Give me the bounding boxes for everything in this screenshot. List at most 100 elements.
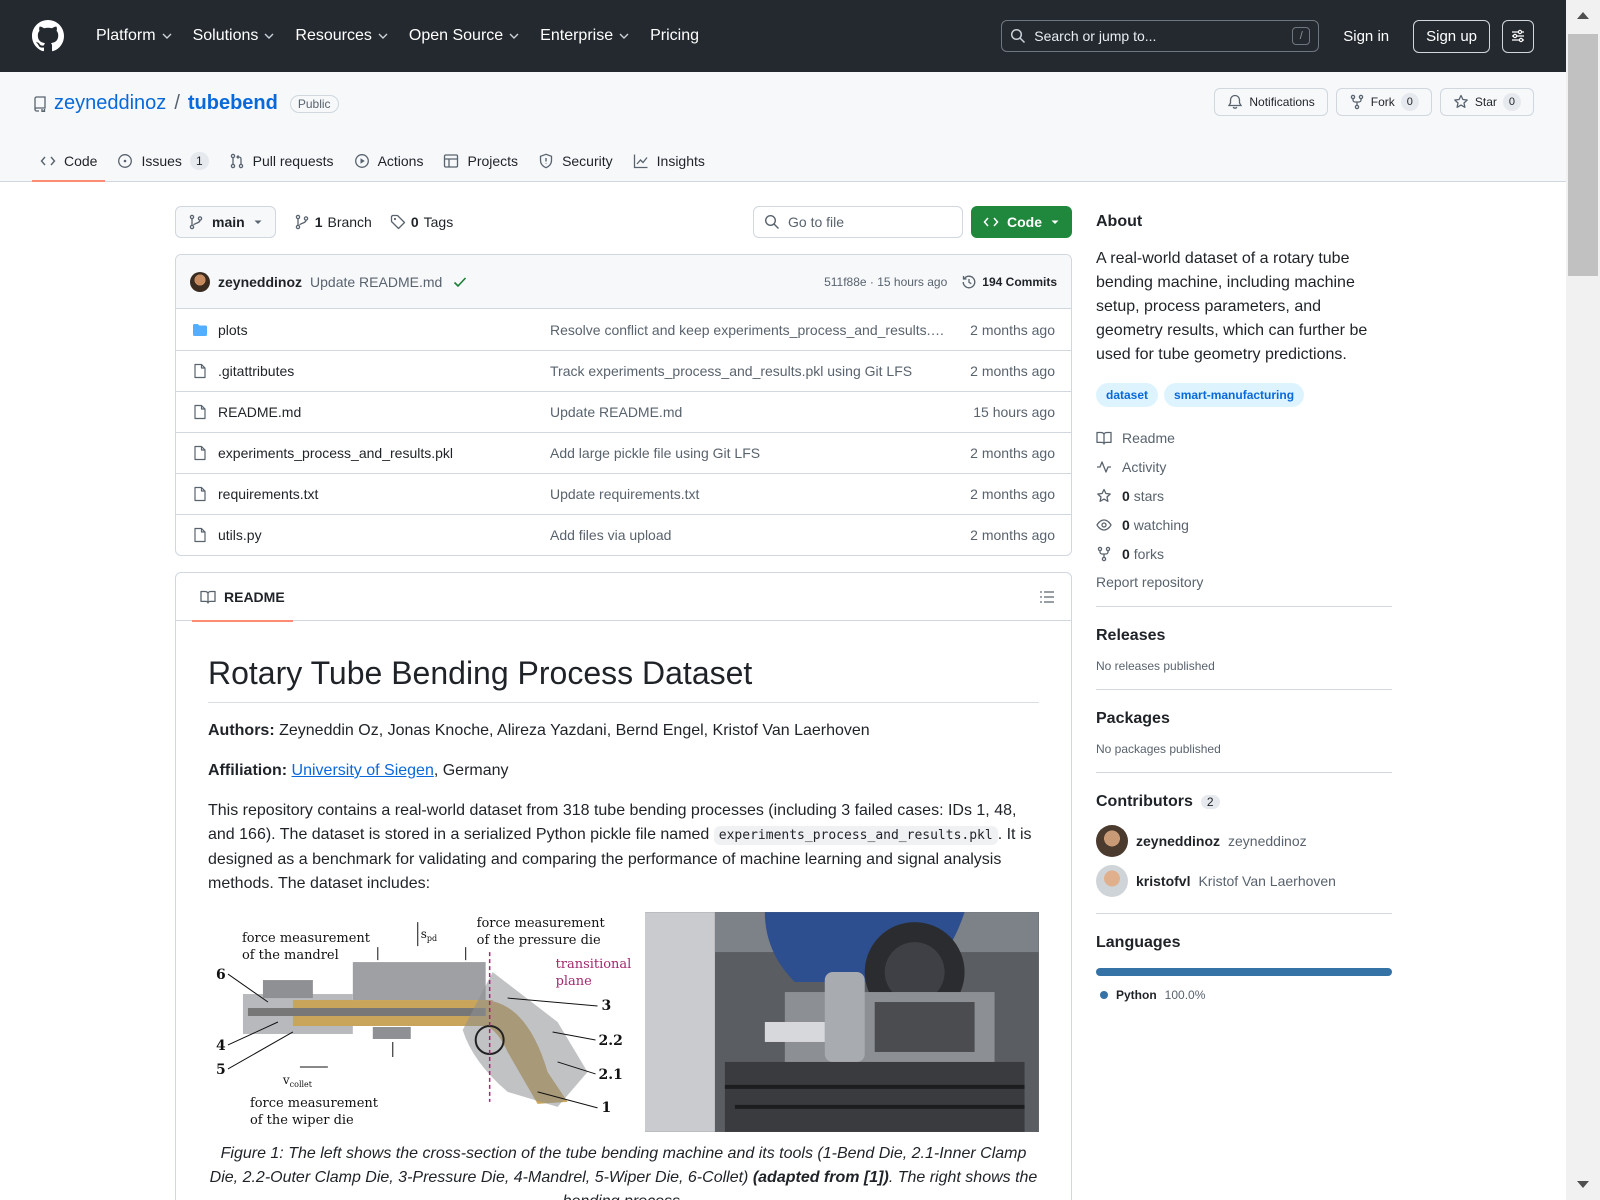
avatar[interactable] (1096, 865, 1128, 897)
star-button[interactable]: Star 0 (1439, 88, 1534, 116)
nav-platform[interactable]: Platform (88, 21, 181, 51)
file-commit-message[interactable]: Add large pickle file using Git LFS (550, 445, 970, 461)
nav-resources[interactable]: Resources (287, 21, 396, 51)
label-2-2: 2.2 (599, 1033, 623, 1049)
language-item[interactable]: Python 100.0% (1096, 988, 1392, 1002)
settings-menu-button[interactable] (1502, 19, 1534, 53)
commit-author-link[interactable]: zeyneddinoz (218, 274, 302, 290)
topics-list: dataset smart-manufacturing (1096, 383, 1392, 407)
commits-count: 194 Commits (982, 274, 1057, 289)
file-row[interactable]: README.md Update README.md 15 hours ago (176, 391, 1071, 432)
tab-security[interactable]: Security (530, 140, 621, 182)
notifications-button[interactable]: Notifications (1214, 88, 1328, 116)
label-pressure: force measurement (477, 916, 606, 931)
fork-icon (1350, 94, 1363, 110)
branch-icon (295, 214, 308, 230)
tags-link[interactable]: 0 Tags (390, 214, 453, 230)
commit-message-link[interactable]: Update README.md (310, 274, 442, 290)
file-commit-message[interactable]: Track experiments_process_and_results.pk… (550, 363, 970, 379)
fork-count: 0 (1400, 93, 1419, 111)
branches-link[interactable]: 1 Branch (294, 214, 372, 230)
scroll-down-arrow[interactable] (1577, 1181, 1589, 1188)
commits-history-link[interactable]: 194 Commits (961, 274, 1057, 290)
avatar[interactable] (190, 271, 210, 292)
affiliation-label: Affiliation: (208, 762, 288, 779)
contributor-item[interactable]: kristofvl Kristof Van Laerhoven (1096, 865, 1392, 897)
activity-link[interactable]: Activity (1096, 452, 1392, 481)
packages-heading[interactable]: Packages (1096, 710, 1392, 728)
code-button-label: Code (1007, 214, 1042, 230)
check-icon[interactable] (452, 274, 468, 290)
issues-count: 1 (189, 152, 209, 170)
global-header: Platform Solutions Resources Open Source… (0, 0, 1566, 72)
repo-separator: / (174, 92, 180, 114)
fork-button[interactable]: Fork 0 (1335, 88, 1432, 116)
page-scrollbar[interactable] (1566, 0, 1600, 1200)
topic-tag[interactable]: dataset (1096, 383, 1159, 407)
star-count: 0 (1502, 93, 1521, 111)
readme-content: Rotary Tube Bending Process Dataset Auth… (176, 621, 1071, 1200)
shield-icon (539, 153, 553, 169)
file-row[interactable]: .gitattributes Track experiments_process_… (176, 350, 1071, 391)
nav-solutions[interactable]: Solutions (185, 21, 284, 51)
tab-projects[interactable]: Projects (435, 140, 526, 182)
stars-link[interactable]: 0 stars (1096, 481, 1392, 510)
university-link[interactable]: University of Siegen (292, 762, 434, 779)
watching-link[interactable]: 0 watching (1096, 510, 1392, 539)
file-commit-message[interactable]: Update requirements.txt (550, 486, 970, 502)
avatar[interactable] (1096, 825, 1128, 857)
tab-insights[interactable]: Insights (625, 140, 713, 182)
sign-up-button[interactable]: Sign up (1413, 19, 1490, 53)
readme-link[interactable]: Readme (1096, 423, 1392, 452)
file-name-link[interactable]: requirements.txt (218, 486, 550, 502)
global-search-input[interactable]: Search or jump to... / (1001, 20, 1320, 52)
nav-pricing[interactable]: Pricing (642, 21, 707, 51)
tab-issues[interactable]: Issues 1 (109, 140, 216, 182)
branches-label: Branch (327, 214, 372, 230)
code-dropdown-button[interactable]: Code (971, 206, 1072, 238)
tab-code[interactable]: Code (32, 140, 106, 182)
nav-label: Open Source (408, 27, 504, 44)
repo-actions: Notifications Fork 0 Star 0 (1214, 88, 1534, 116)
file-commit-message[interactable]: Add files via upload (550, 527, 970, 543)
file-commit-message[interactable]: Resolve conflict and keep experiments_pr… (550, 322, 970, 338)
nav-open-source[interactable]: Open Source (401, 21, 528, 51)
scroll-up-arrow[interactable] (1577, 12, 1589, 19)
sign-in-link[interactable]: Sign in (1327, 28, 1405, 45)
file-row[interactable]: utils.py Add files via upload 2 months ago (176, 514, 1071, 555)
outline-button[interactable] (1039, 589, 1055, 605)
go-to-file-input[interactable]: Go to file (753, 206, 963, 238)
repo-name-link[interactable]: tubebend (188, 92, 278, 115)
report-repository-link[interactable]: Report repository (1096, 574, 1392, 590)
scroll-thumb[interactable] (1568, 34, 1598, 276)
topic-tag[interactable]: smart-manufacturing (1164, 383, 1305, 407)
file-row[interactable]: experiments_process_and_results.pkl Add l… (176, 432, 1071, 473)
sliders-icon (1512, 29, 1524, 43)
repo-owner-link[interactable]: zeyneddinoz (54, 92, 166, 115)
tab-pull-requests[interactable]: Pull requests (221, 140, 342, 182)
caption-source: (adapted from [1]) (752, 1169, 889, 1186)
history-icon (962, 275, 976, 288)
releases-heading[interactable]: Releases (1096, 627, 1392, 645)
file-name-link[interactable]: experiments_process_and_results.pkl (218, 445, 550, 461)
caret-down-icon (254, 220, 262, 224)
file-row[interactable]: plots Resolve conflict and keep experimen… (176, 309, 1071, 350)
fork-icon (1097, 546, 1111, 561)
forks-link[interactable]: 0 forks (1096, 539, 1392, 568)
github-logo-icon[interactable] (32, 20, 64, 52)
file-row[interactable]: requirements.txt Update requirements.txt 2… (176, 473, 1071, 514)
folder-icon (193, 323, 207, 336)
branch-selector[interactable]: main (175, 206, 276, 238)
commit-hash-time[interactable]: 511f88e · 15 hours ago (824, 275, 947, 289)
file-name-link[interactable]: README.md (218, 404, 550, 420)
file-name-link[interactable]: .gitattributes (218, 363, 550, 379)
readme-tab[interactable]: README (192, 573, 293, 622)
file-name-link[interactable]: utils.py (218, 527, 550, 543)
nav-enterprise[interactable]: Enterprise (532, 21, 638, 51)
nav-label: Platform (96, 27, 156, 44)
file-commit-message[interactable]: Update README.md (550, 404, 973, 420)
contributors-heading[interactable]: Contributors 2 (1096, 793, 1392, 811)
file-name-link[interactable]: plots (218, 322, 550, 338)
tab-actions[interactable]: Actions (346, 140, 432, 182)
contributor-item[interactable]: zeyneddinoz zeyneddinoz (1096, 825, 1392, 857)
